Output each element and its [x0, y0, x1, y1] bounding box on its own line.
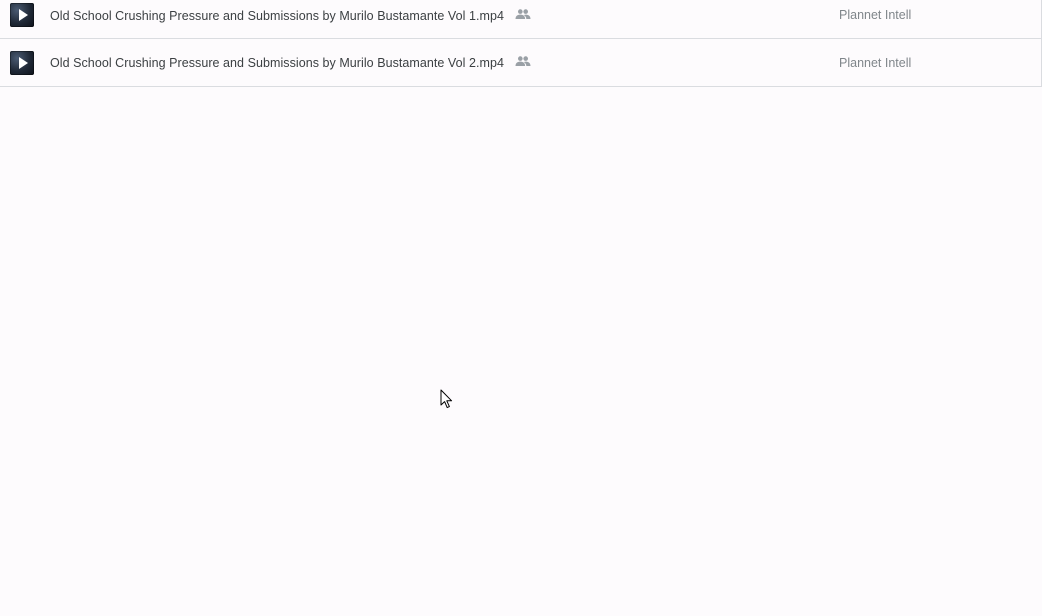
file-row-vol2[interactable]: Old School Crushing Pressure and Submiss…	[0, 39, 1041, 87]
file-row-vol1[interactable]: Old School Crushing Pressure and Submiss…	[0, 0, 1041, 39]
file-list: Old School Crushing Pressure and Submiss…	[0, 0, 1042, 87]
people-icon	[515, 9, 531, 19]
video-thumbnail-icon	[10, 3, 34, 27]
file-name-text: Old School Crushing Pressure and Submiss…	[50, 9, 504, 23]
file-name[interactable]: Old School Crushing Pressure and Submiss…	[50, 9, 531, 23]
file-name[interactable]: Old School Crushing Pressure and Submiss…	[50, 56, 531, 70]
mouse-pointer-icon	[440, 389, 453, 409]
file-name-text: Old School Crushing Pressure and Submiss…	[50, 56, 504, 70]
video-thumbnail-icon	[10, 51, 34, 75]
file-owner: Plannet Intell	[839, 8, 912, 22]
people-icon	[515, 56, 531, 66]
file-owner: Plannet Intell	[839, 56, 912, 70]
